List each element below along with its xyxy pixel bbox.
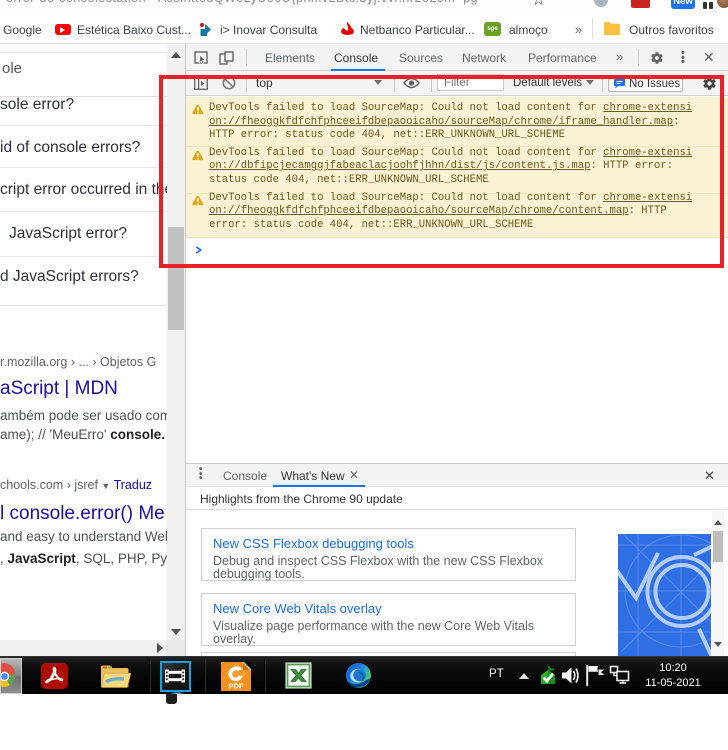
svg-text:PDF: PDF — [229, 682, 244, 691]
